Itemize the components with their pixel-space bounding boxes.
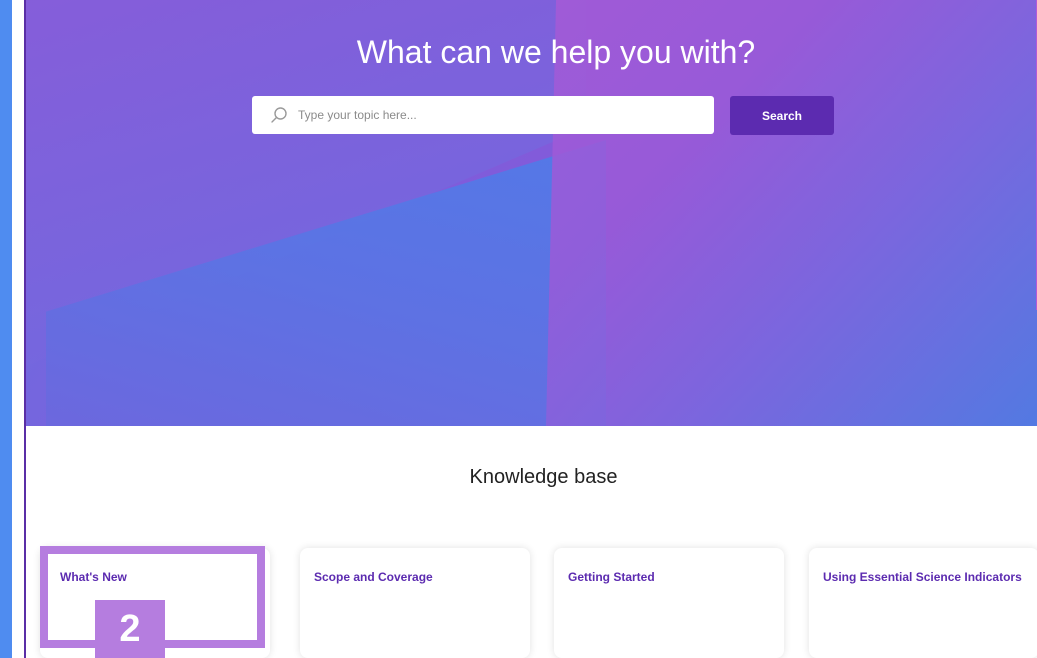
hero-banner: What can we help you with? Type your top… [26,0,1037,426]
search-button[interactable]: Search [730,96,834,135]
kb-card-title: Getting Started [568,570,655,584]
page-frame: What can we help you with? Type your top… [0,0,1037,658]
search-icon [270,106,288,124]
kb-card-using-essential-science-indicators[interactable]: Using Essential Science Indicators [809,548,1037,658]
kb-card-title: Scope and Coverage [314,570,433,584]
search-input[interactable]: Type your topic here... [252,96,714,134]
hero-title: What can we help you with? [356,34,756,70]
search-placeholder: Type your topic here... [298,108,417,122]
knowledge-base-title: Knowledge base [469,466,618,488]
kb-card-getting-started[interactable]: Getting Started [554,548,784,658]
kb-card-scope-and-coverage[interactable]: Scope and Coverage [300,548,530,658]
kb-card-title: Using Essential Science Indicators [823,570,1022,584]
annotation-badge: 2 [95,600,165,658]
